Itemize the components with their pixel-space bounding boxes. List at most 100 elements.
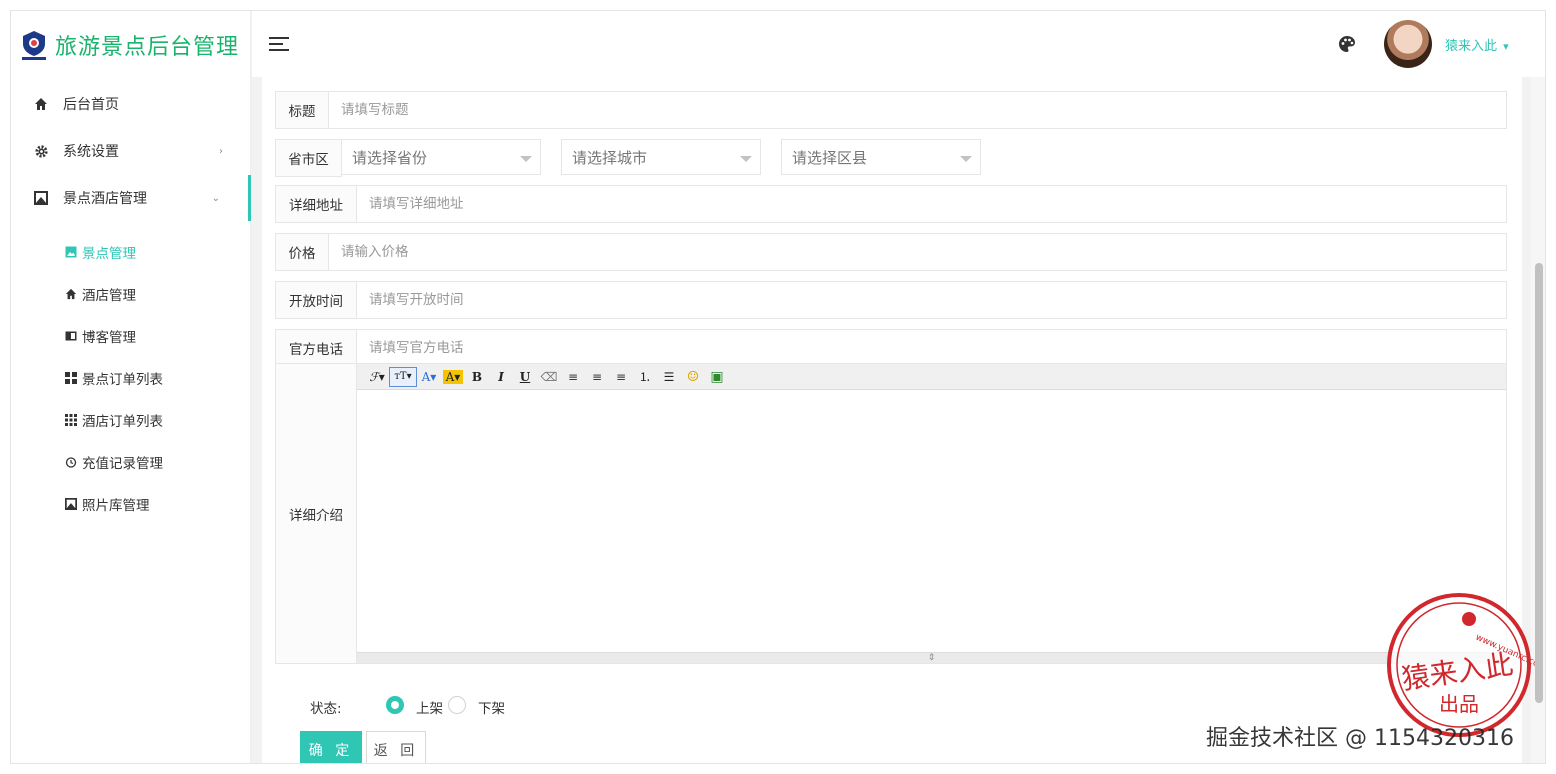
user-menu[interactable]: 猿来入此 ▾ xyxy=(1445,35,1509,54)
font-color-icon[interactable]: A▾ xyxy=(417,367,441,387)
italic-icon[interactable]: I xyxy=(489,367,513,387)
username-label: 猿来入此 xyxy=(1445,39,1498,54)
sidebar-item-settings[interactable]: 系统设置 › xyxy=(11,128,251,174)
sidebar-subitem-blog[interactable]: 博客管理 xyxy=(11,321,251,351)
app-window: 旅游景点后台管理 后台首页 系统设置 › 景点酒店管理 ⌄ 景点管理 酒店管理 … xyxy=(10,10,1546,764)
grid-icon xyxy=(64,372,77,385)
sidebar-item-label: 系统设置 xyxy=(63,144,119,160)
sidebar-subitem-scenic[interactable]: 景点管理 xyxy=(11,237,251,267)
highlight-icon[interactable]: A▾ xyxy=(443,369,463,384)
picture-icon xyxy=(64,246,77,259)
eraser-icon[interactable]: ⌫ xyxy=(537,367,561,387)
font-family-icon[interactable]: ℱ▾ xyxy=(365,367,389,387)
city-select[interactable]: 请选择城市 xyxy=(561,139,761,175)
menu-toggle-icon[interactable] xyxy=(269,37,289,51)
province-select-value: 请选择省份 xyxy=(352,148,428,167)
caret-down-icon xyxy=(520,156,532,162)
region-row: 省市区 请选择省份 请选择城市 请选择区县 xyxy=(275,139,995,177)
sidebar-subitem-gallery[interactable]: 照片库管理 xyxy=(11,489,251,519)
main-content: 标题 省市区 请选择省份 请选择城市 请选择区县 详细地 xyxy=(252,77,1531,763)
sidebar-subitem-recharge[interactable]: 充值记录管理 xyxy=(11,447,251,477)
editor-toolbar: ℱ▾ тT▾ A▾ A▾ B I U ⌫ ≡ ≡ ≡ ⒈ ☰ ☺ ▣ xyxy=(357,364,1506,390)
sidebar-subitem-label: 充值记录管理 xyxy=(82,456,163,472)
sidebar: 旅游景点后台管理 后台首页 系统设置 › 景点酒店管理 ⌄ 景点管理 酒店管理 … xyxy=(11,11,251,763)
address-input[interactable] xyxy=(357,186,1506,222)
open-time-input[interactable] xyxy=(357,282,1506,318)
sidebar-subitem-label: 照片库管理 xyxy=(82,498,150,514)
chevron-right-icon: › xyxy=(219,145,223,157)
sidebar-subitem-label: 酒店管理 xyxy=(82,288,136,304)
scrollbar-thumb[interactable] xyxy=(1535,263,1543,703)
chevron-down-icon: ⌄ xyxy=(211,192,220,204)
title-input[interactable] xyxy=(329,92,1506,128)
sidebar-subitem-label: 景点管理 xyxy=(82,246,136,262)
image-icon xyxy=(33,190,49,206)
editor-resize-handle[interactable]: ⇕ xyxy=(357,652,1506,663)
form-panel: 标题 省市区 请选择省份 请选择城市 请选择区县 详细地 xyxy=(262,77,1522,763)
sidebar-subitem-hotel-orders[interactable]: 酒店订单列表 xyxy=(11,405,251,435)
caret-down-icon: ▾ xyxy=(1503,40,1509,53)
status-off-radio[interactable] xyxy=(448,696,466,714)
sidebar-subitem-hotel[interactable]: 酒店管理 xyxy=(11,279,251,309)
sidebar-subitem-label: 博客管理 xyxy=(82,330,136,346)
address-row: 详细地址 xyxy=(275,185,1507,223)
status-on-radio[interactable] xyxy=(386,696,404,714)
price-label: 价格 xyxy=(276,234,329,270)
status-on-label: 上架 xyxy=(416,701,443,717)
sidebar-subitem-label: 景点订单列表 xyxy=(82,372,163,388)
district-select-value: 请选择区县 xyxy=(792,148,868,167)
phone-input[interactable] xyxy=(357,330,1506,366)
sidebar-subitem-scenic-orders[interactable]: 景点订单列表 xyxy=(11,363,251,393)
price-row: 价格 xyxy=(275,233,1507,271)
back-button[interactable]: 返 回 xyxy=(366,731,426,763)
emoji-icon[interactable]: ☺ xyxy=(681,367,705,387)
description-label: 详细介绍 xyxy=(276,364,357,663)
app-title: 旅游景点后台管理 xyxy=(55,35,240,60)
align-left-icon[interactable]: ≡ xyxy=(561,367,585,387)
brand-stamp: www.yuanrc.com 猿来入此 出品 xyxy=(1387,593,1535,737)
home-icon xyxy=(64,288,77,301)
unordered-list-icon[interactable]: ☰ xyxy=(657,367,681,387)
phone-row: 官方电话 xyxy=(275,329,1507,367)
confirm-button[interactable]: 确 定 xyxy=(300,731,362,763)
sidebar-item-home[interactable]: 后台首页 xyxy=(11,81,251,127)
stamp-sub-text: 出品 xyxy=(1439,692,1479,716)
open-time-row: 开放时间 xyxy=(275,281,1507,319)
status-label: 状态: xyxy=(310,701,342,717)
title-label: 标题 xyxy=(276,92,329,128)
underline-icon[interactable]: U xyxy=(513,367,537,387)
align-right-icon[interactable]: ≡ xyxy=(609,367,633,387)
palette-icon[interactable] xyxy=(1338,35,1356,53)
caret-down-icon xyxy=(740,156,752,162)
status-off-label: 下架 xyxy=(478,701,505,717)
price-input[interactable] xyxy=(329,234,1506,270)
home-icon xyxy=(33,96,49,112)
ordered-list-icon[interactable]: ⒈ xyxy=(633,367,657,387)
phone-label: 官方电话 xyxy=(276,330,357,366)
align-center-icon[interactable]: ≡ xyxy=(585,367,609,387)
top-header: 猿来入此 ▾ xyxy=(252,11,1545,77)
watermark-text: 掘金技术社区 @ 1154320316 xyxy=(1206,726,1514,751)
region-label: 省市区 xyxy=(275,139,342,177)
gallery-icon xyxy=(64,498,77,511)
bold-icon[interactable]: B xyxy=(465,367,489,387)
district-select[interactable]: 请选择区县 xyxy=(781,139,981,175)
open-time-label: 开放时间 xyxy=(276,282,357,318)
title-row: 标题 xyxy=(275,91,1507,129)
address-label: 详细地址 xyxy=(276,186,357,222)
book-icon xyxy=(64,330,77,343)
logo-icon xyxy=(22,31,46,60)
dots-grid-icon xyxy=(64,414,77,427)
insert-image-icon[interactable]: ▣ xyxy=(705,367,729,387)
clock-icon xyxy=(64,456,77,469)
editor-content-area[interactable] xyxy=(357,390,1506,652)
description-editor: 详细介绍 ℱ▾ тT▾ A▾ A▾ B I U ⌫ ≡ ≡ ≡ ⒈ ☰ ☺ ▣ xyxy=(275,363,1507,664)
font-size-icon[interactable]: тT▾ xyxy=(389,366,417,387)
logo[interactable]: 旅游景点后台管理 xyxy=(11,11,251,77)
avatar[interactable] xyxy=(1384,20,1432,68)
caret-down-icon xyxy=(960,156,972,162)
sidebar-item-label: 后台首页 xyxy=(63,97,119,113)
province-select[interactable]: 请选择省份 xyxy=(341,139,541,175)
sidebar-item-scenic-hotel[interactable]: 景点酒店管理 ⌄ xyxy=(11,175,251,221)
sidebar-item-label: 景点酒店管理 xyxy=(63,191,147,207)
